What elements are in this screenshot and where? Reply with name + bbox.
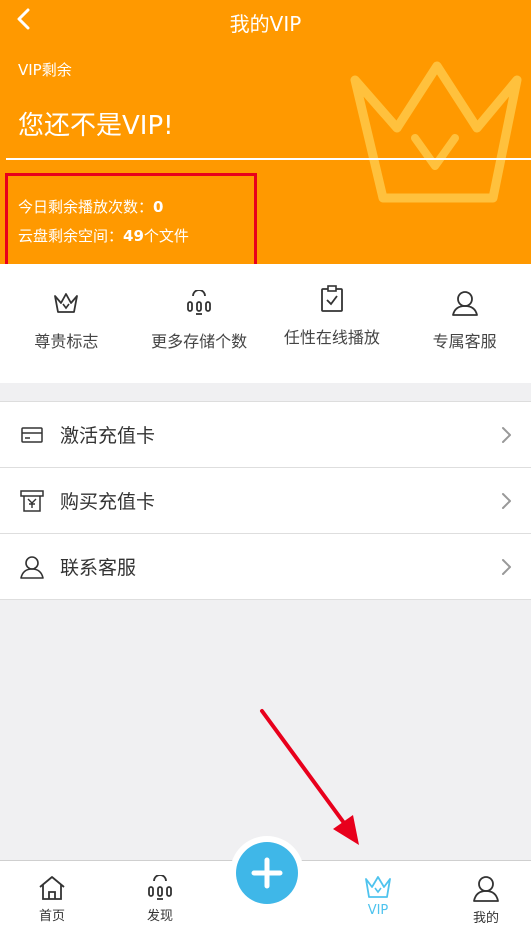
card-icon	[19, 422, 45, 448]
feature-customer-service[interactable]: 专属客服	[398, 264, 531, 383]
feature-label: 专属客服	[432, 332, 497, 351]
plays-remaining-value: 0	[153, 198, 164, 216]
feature-storage[interactable]: 更多存储个数	[133, 264, 266, 383]
crown-watermark-icon	[350, 61, 522, 203]
clipboard-check-icon	[317, 284, 347, 314]
plays-remaining: 今日剩余播放次数：0	[18, 193, 189, 222]
vip-menu-list: 激活充值卡 购买充值卡 联系客服	[0, 401, 531, 600]
menu-item-contact-service[interactable]: 联系客服	[0, 534, 531, 600]
user-icon	[19, 554, 45, 580]
tab-vip[interactable]: VIP	[333, 861, 423, 933]
annotation-arrow	[260, 709, 359, 845]
storage-remaining-label: 云盘剩余空间：	[18, 227, 124, 245]
tab-discover[interactable]: 发现	[115, 861, 205, 933]
discover-icon	[148, 875, 172, 900]
vip-header: 我的VIP VIP剩余 您还不是VIP! 今日剩余播放次数：0 云盘剩余空间：4…	[0, 0, 531, 264]
crown-icon	[51, 288, 81, 318]
add-button[interactable]	[230, 836, 304, 910]
menu-item-label: 购买充值卡	[60, 491, 156, 513]
storage-icon	[184, 288, 214, 318]
feature-label: 任性在线播放	[283, 328, 380, 347]
storage-remaining-unit: 个文件	[143, 227, 189, 245]
storage-remaining: 云盘剩余空间：49个文件	[18, 222, 189, 251]
chevron-right-icon	[502, 492, 511, 509]
header-divider	[6, 158, 531, 160]
feature-online-play[interactable]: 任性在线播放	[266, 264, 399, 383]
page-title: 我的VIP	[229, 12, 302, 36]
tab-label: 首页	[38, 909, 65, 924]
vip-remaining-label: VIP剩余	[18, 61, 72, 79]
menu-item-buy-card[interactable]: 购买充值卡	[0, 468, 531, 534]
plus-icon	[251, 857, 283, 889]
tab-mine[interactable]: 我的	[441, 861, 531, 933]
menu-item-activate-card[interactable]: 激活充值卡	[0, 402, 531, 468]
vip-stats: 今日剩余播放次数：0 云盘剩余空间：49个文件	[18, 193, 189, 251]
add-button-circle	[236, 842, 298, 904]
chevron-right-icon	[502, 558, 511, 575]
menu-item-label: 激活充值卡	[60, 425, 156, 447]
chevron-right-icon	[502, 426, 511, 443]
tab-home[interactable]: 首页	[7, 861, 97, 933]
vip-features: 尊贵标志 更多存储个数 任性在线播放 专属客服	[0, 264, 531, 383]
storage-remaining-value: 49	[123, 227, 144, 245]
user-icon	[473, 876, 499, 902]
feature-label: 更多存储个数	[151, 332, 248, 351]
tab-label: VIP	[367, 903, 389, 918]
feature-label: 尊贵标志	[34, 332, 99, 351]
vip-status: 您还不是VIP!	[18, 111, 174, 141]
plays-remaining-label: 今日剩余播放次数：	[18, 198, 154, 216]
crown-icon	[365, 876, 391, 898]
home-icon	[39, 876, 65, 900]
tab-label: 发现	[146, 909, 173, 924]
tab-label: 我的	[472, 911, 499, 926]
user-icon	[450, 288, 480, 318]
menu-item-label: 联系客服	[60, 557, 137, 579]
purchase-icon	[19, 488, 45, 514]
feature-badge[interactable]: 尊贵标志	[0, 264, 133, 383]
